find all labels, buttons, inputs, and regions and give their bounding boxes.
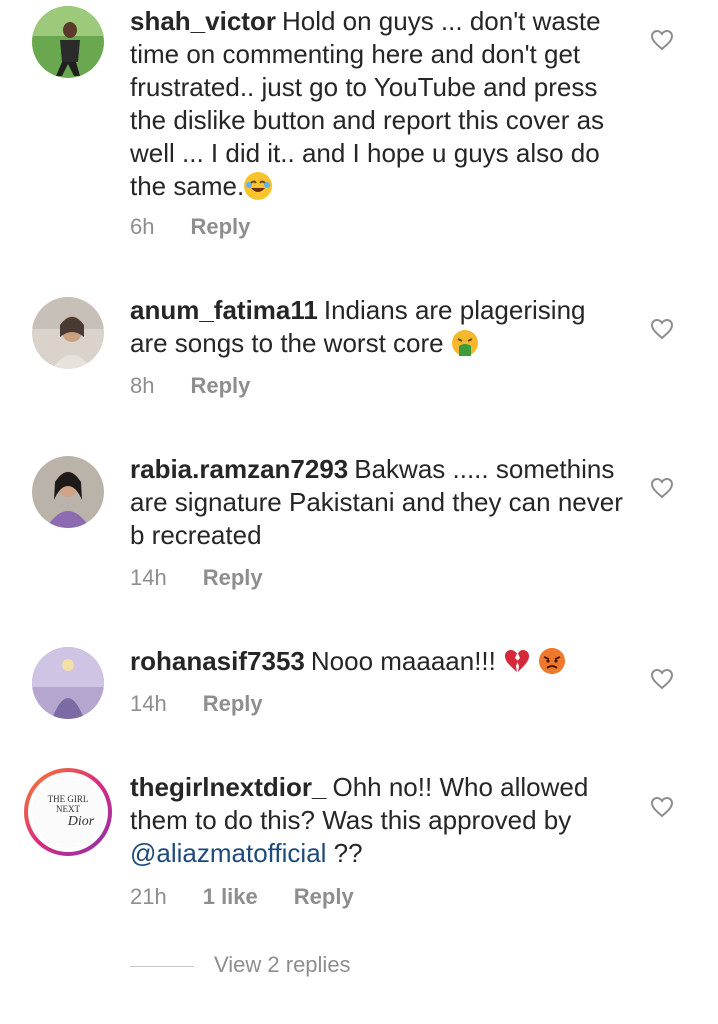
comment-meta: 14h Reply	[130, 565, 299, 591]
timestamp: 6h	[130, 214, 155, 239]
like-heart-icon[interactable]	[650, 668, 674, 690]
avatar[interactable]: THE GIRL NEXT Dior	[24, 768, 112, 856]
timestamp: 21h	[130, 884, 167, 909]
comment-meta: 21h 1 like Reply	[130, 884, 390, 910]
avatar[interactable]	[32, 456, 104, 528]
avatar-text: THE GIRL	[47, 794, 89, 804]
reply-button[interactable]: Reply	[203, 691, 263, 717]
timestamp: 8h	[130, 373, 155, 398]
like-heart-icon[interactable]	[650, 796, 674, 818]
view-replies-button[interactable]: View 2 replies	[130, 952, 351, 978]
username[interactable]: rohanasif7353	[130, 646, 305, 676]
reply-button[interactable]: Reply	[190, 373, 250, 399]
divider	[130, 965, 194, 967]
timestamp: 14h	[130, 691, 167, 716]
mention-link[interactable]: @aliazmatofficial	[130, 838, 326, 868]
laughing-tears-emoji	[244, 172, 273, 200]
angry-face-icon	[538, 647, 566, 675]
username[interactable]: shah_victor	[130, 6, 276, 36]
comment-meta: 8h Reply	[130, 373, 286, 399]
like-heart-icon[interactable]	[650, 477, 674, 499]
username[interactable]: anum_fatima11	[130, 295, 318, 325]
comment-body: shah_victor Hold on guys ... don't waste …	[130, 5, 625, 203]
comment-text: Nooo maaaan!!!	[310, 646, 496, 676]
username[interactable]: rabia.ramzan7293	[130, 454, 348, 484]
view-replies-label: View 2 replies	[214, 952, 351, 977]
avatar[interactable]	[32, 297, 104, 369]
likes-count[interactable]: 1 like	[203, 884, 258, 910]
comment-body: rohanasif7353 Nooo maaaan!!!	[130, 645, 625, 678]
like-heart-icon[interactable]	[650, 29, 674, 51]
timestamp: 14h	[130, 565, 167, 590]
vomiting-face-emoji	[451, 329, 479, 357]
comment-meta: 6h Reply	[130, 214, 286, 240]
broken-heart-icon	[503, 647, 531, 675]
reply-button[interactable]: Reply	[294, 884, 354, 910]
comment-body: anum_fatima11 Indians are plagerising are…	[130, 294, 625, 360]
like-heart-icon[interactable]	[650, 318, 674, 340]
avatar[interactable]	[32, 647, 104, 719]
reply-button[interactable]: Reply	[190, 214, 250, 240]
avatar[interactable]	[32, 6, 104, 78]
username[interactable]: thegirlnextdior_	[130, 772, 326, 802]
avatar-text: Dior	[67, 814, 95, 829]
avatar-text: NEXT	[56, 804, 80, 814]
comment-body: rabia.ramzan7293 Bakwas ..... somethins a…	[130, 453, 625, 552]
comment-text: ??	[333, 838, 363, 868]
comment-meta: 14h Reply	[130, 691, 299, 717]
reply-button[interactable]: Reply	[203, 565, 263, 591]
comment-body: thegirlnextdior_ Ohh no!! Who allowed the…	[130, 771, 625, 870]
